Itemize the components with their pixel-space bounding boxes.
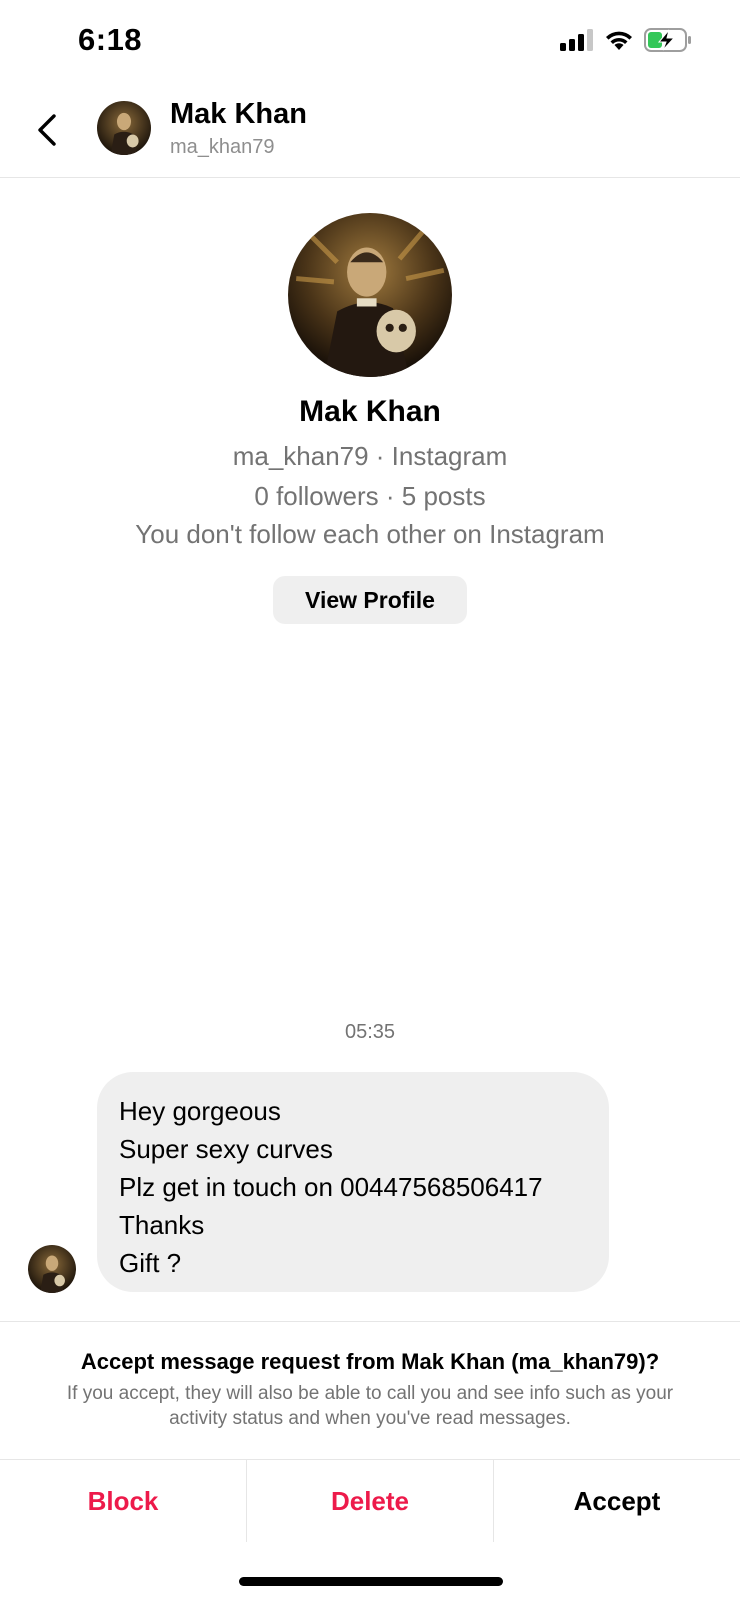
- delete-button[interactable]: Delete: [246, 1460, 493, 1542]
- request-divider: [0, 1321, 740, 1322]
- message-timestamp: 05:35: [344, 1021, 396, 1043]
- chat-header: Mak Khan ma_khan79: [0, 80, 740, 178]
- profile-subtitle: ma_khan79 · Instagram: [232, 441, 508, 471]
- back-button[interactable]: [32, 108, 62, 152]
- message-bubble[interactable]: Hey gorgeous Super sexy curves Plz get i…: [97, 1072, 609, 1292]
- home-indicator[interactable]: [239, 1577, 503, 1586]
- battery-charging-icon: [644, 28, 691, 52]
- header-name[interactable]: Mak Khan: [170, 98, 307, 131]
- status-icons: [560, 28, 692, 52]
- request-title: Accept message request from Mak Khan (ma…: [80, 1349, 660, 1374]
- status-time: 6:18: [78, 22, 143, 57]
- signal-icon: [560, 29, 593, 51]
- view-profile-button[interactable]: View Profile: [273, 576, 467, 624]
- message-line: Thanks: [119, 1210, 205, 1240]
- profile-name: Mak Khan: [299, 395, 441, 428]
- message-line: Gift ?: [119, 1248, 182, 1278]
- message-line: Super sexy curves: [119, 1134, 333, 1164]
- message-line: Hey gorgeous: [119, 1096, 281, 1126]
- back-chevron-icon: [38, 114, 56, 146]
- accept-button[interactable]: Accept: [493, 1460, 740, 1542]
- profile-stats: 0 followers · 5 posts: [254, 481, 486, 511]
- profile-avatar[interactable]: [288, 213, 452, 377]
- message-line: Plz get in touch on 00447568506417: [119, 1172, 543, 1202]
- sender-avatar[interactable]: [28, 1245, 76, 1293]
- block-button[interactable]: Block: [0, 1460, 246, 1542]
- wifi-icon: [606, 31, 632, 50]
- request-description: If you accept, they will also be able to…: [66, 1383, 674, 1429]
- avatar[interactable]: [97, 101, 151, 155]
- header-username: ma_khan79: [170, 136, 275, 158]
- request-actions: Block Delete Accept: [0, 1459, 740, 1542]
- profile-relationship: You don't follow each other on Instagram: [135, 519, 605, 549]
